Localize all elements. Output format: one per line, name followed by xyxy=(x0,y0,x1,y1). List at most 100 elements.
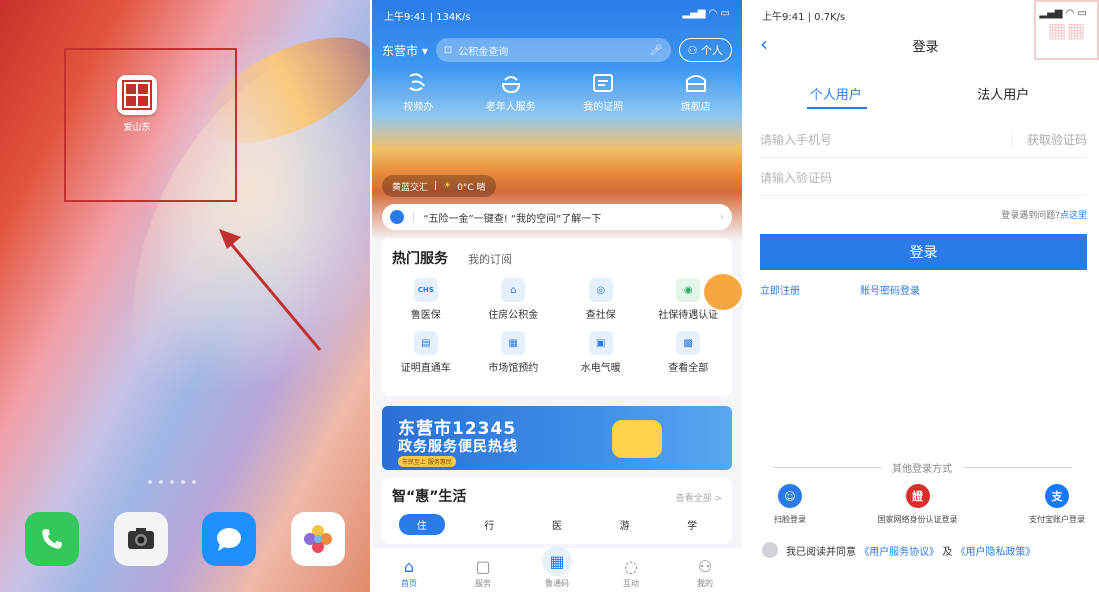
smart-life-title: 智“惠”生活 xyxy=(392,489,467,505)
help-link[interactable]: 点这里 xyxy=(1060,211,1087,221)
service-all[interactable]: ▩ 查看全部 xyxy=(645,331,733,374)
register-link[interactable]: 立即注册 xyxy=(760,282,800,297)
active-tab-indicator xyxy=(807,107,867,109)
phone-field[interactable]: 请输入手机号 获取验证码 xyxy=(760,122,1087,158)
city-selector[interactable]: 东营市 ▾ xyxy=(382,42,428,59)
tab-corporate-user[interactable]: 法人用户 xyxy=(920,84,1088,111)
bottom-tabbar: ⌂ 首页 ▢ 服务 ▦ 鲁通码 ◌ 互动 ⚇ 我的 xyxy=(372,546,742,592)
face-login-button[interactable]: ☺ 扫脸登录 xyxy=(774,484,806,525)
service-lu-medical[interactable]: CHS 鲁医保 xyxy=(382,278,470,321)
shortcut-elderly-service[interactable]: 老年人服务 xyxy=(471,72,551,113)
life-tab-medical[interactable]: 医 xyxy=(534,514,580,535)
life-tab-travel[interactable]: 行 xyxy=(466,514,512,535)
scan-icon[interactable]: ⊡ xyxy=(444,45,452,56)
alipay-login-button[interactable]: 支支付宝账户登录 xyxy=(1029,484,1085,525)
service-venue[interactable]: ▦ 市场馆预约 xyxy=(470,331,558,374)
sun-icon: ☀ xyxy=(443,181,452,191)
social-security-icon: ◎ xyxy=(588,278,613,302)
elderly-service-icon xyxy=(501,76,520,94)
highlight-box xyxy=(64,48,237,202)
chs-icon: CHS xyxy=(413,278,438,302)
login-button[interactable]: 登录 xyxy=(760,234,1087,270)
app-home-panel: 上午9:41 | 134K/s ▂▄▆ ◠ ▭ 东营市 ▾ ⊡ 公积金查询 🎤︎… xyxy=(372,0,742,592)
search-placeholder: 公积金查询 xyxy=(458,46,509,58)
view-all-link[interactable]: 查看全部 > xyxy=(676,491,722,504)
service-icon: ▢ xyxy=(475,557,491,576)
shortcut-my-id[interactable]: 我的证照 xyxy=(563,72,643,113)
profile-icon: ⚇ xyxy=(697,557,713,576)
service-agreement-link[interactable]: 《用户服务协议》 xyxy=(859,547,939,558)
service-housing-fund[interactable]: ⌂ 住房公积金 xyxy=(470,278,558,321)
tab-lu-code[interactable]: ▦ 鲁通码 xyxy=(527,546,587,589)
tab-my-subscription[interactable]: 我的订阅 xyxy=(468,251,512,267)
venue-icon: ▦ xyxy=(501,331,526,355)
video-office-icon xyxy=(409,73,426,91)
hotline-banner[interactable]: 东营市12345 政务服务便民热线 市民至上 服务惠民 xyxy=(382,406,732,470)
status-text: 上午9:41 | 134K/s xyxy=(384,12,471,23)
lu-code-icon: ▦ xyxy=(542,546,572,576)
smart-life-card: 智“惠”生活 查看全部 > 住 行 医 游 学 xyxy=(382,478,732,544)
login-links: 立即注册 账号密码登录 xyxy=(760,282,920,297)
top-shortcuts: 视频办 老年人服务 我的证照 旗舰店 xyxy=(372,72,742,113)
mascot-icon[interactable] xyxy=(702,272,742,312)
photos-icon[interactable] xyxy=(290,512,345,566)
other-methods-divider: 其他登录方式 xyxy=(772,460,1072,475)
national-id-icon: 證 xyxy=(905,484,930,508)
certification-icon: ◉ xyxy=(676,278,701,302)
id-card-icon xyxy=(593,74,614,92)
life-tab-live[interactable]: 住 xyxy=(398,514,445,535)
banner-tag: 市民至上 服务惠民 xyxy=(398,456,456,467)
status-bar: 上午9:41 | 134K/s ▂▄▆ ◠ ▭ xyxy=(384,8,730,23)
login-panel: 上午9:41 | 0.7K/s ▂▄▆ ◠ ▭ ▦▦ ‹ 登录 个人用户 法人用… xyxy=(752,0,1099,592)
store-icon xyxy=(685,75,706,92)
user-type-tabs: 个人用户 法人用户 xyxy=(752,84,1087,111)
face-scan-icon: ☺ xyxy=(778,484,802,508)
home-icon: ⌂ xyxy=(403,557,415,576)
privacy-policy-link[interactable]: 《用户隐私政策》 xyxy=(956,547,1036,558)
alipay-icon: 支 xyxy=(1045,484,1069,508)
hot-services-card: 热门服务 我的订阅 CHS 鲁医保 ⌂ 住房公积金 ◎ 查社保 ◉ 社保待遇认证 ▤ 证明… xyxy=(382,238,732,396)
agree-checkbox[interactable] xyxy=(762,542,778,558)
code-field[interactable]: 请输入验证码 xyxy=(760,160,1087,196)
telephone-icon xyxy=(612,420,662,458)
all-icon: ▩ xyxy=(676,331,701,355)
personal-toggle[interactable]: ⚇ 个人 xyxy=(678,38,732,62)
life-tab-tour[interactable]: 游 xyxy=(602,514,648,535)
user-icon: ⚇ xyxy=(687,44,698,57)
service-utilities[interactable]: ▣ 水电气暖 xyxy=(557,331,645,374)
page-indicator xyxy=(148,480,196,484)
phone-placeholder: 请输入手机号 xyxy=(760,133,833,147)
notice-icon xyxy=(390,210,404,224)
search-input[interactable]: ⊡ 公积金查询 🎤︎ xyxy=(435,38,671,62)
search-row: 东营市 ▾ ⊡ 公积金查询 🎤︎ ⚇ 个人 xyxy=(382,38,732,62)
service-social-security[interactable]: ◎ 查社保 xyxy=(557,278,645,321)
other-login-methods: ☺ 扫脸登录 證国家网络身份认证登录 支支付宝账户登录 xyxy=(752,484,1099,525)
notice-text: “五险一金”一键查! “我的空间”了解一下 xyxy=(423,213,602,225)
utilities-icon: ▣ xyxy=(588,331,613,355)
house-fund-icon: ⌂ xyxy=(501,278,526,302)
service-certificate[interactable]: ▤ 证明直通车 xyxy=(382,331,470,374)
life-tab-study[interactable]: 学 xyxy=(669,514,715,535)
shortcut-video-office[interactable]: 视频办 xyxy=(378,72,458,113)
signal-battery-icon: ▂▄▆ ◠ ▭ xyxy=(682,8,730,19)
mic-icon[interactable]: 🎤︎ xyxy=(650,45,663,56)
status-text: 上午9:41 | 0.7K/s xyxy=(762,12,846,23)
banner-subtitle: 政务服务便民热线 xyxy=(398,439,518,455)
messages-icon[interactable] xyxy=(202,512,257,566)
chevron-right-icon: › xyxy=(720,211,724,223)
national-id-login-button[interactable]: 證国家网络身份认证登录 xyxy=(878,484,958,525)
weather-badge: 黄蓝交汇 | ☀ 0°C 晴 xyxy=(382,175,496,197)
get-code-button[interactable]: 获取验证码 xyxy=(1011,131,1087,148)
tab-profile[interactable]: ⚇ 我的 xyxy=(675,557,735,589)
tab-service[interactable]: ▢ 服务 xyxy=(453,557,513,589)
tab-home[interactable]: ⌂ 首页 xyxy=(379,557,439,589)
red-arrow-icon xyxy=(219,229,322,351)
camera-icon[interactable] xyxy=(113,512,168,566)
notice-bar[interactable]: | “五险一金”一键查! “我的空间”了解一下 › xyxy=(382,204,732,230)
password-login-link[interactable]: 账号密码登录 xyxy=(860,282,920,297)
shortcut-store[interactable]: 旗舰店 xyxy=(656,72,736,113)
phone-icon[interactable] xyxy=(25,512,79,566)
tab-hot-services[interactable]: 热门服务 xyxy=(392,248,448,268)
dock xyxy=(25,512,345,566)
tab-interact[interactable]: ◌ 互动 xyxy=(601,557,661,589)
